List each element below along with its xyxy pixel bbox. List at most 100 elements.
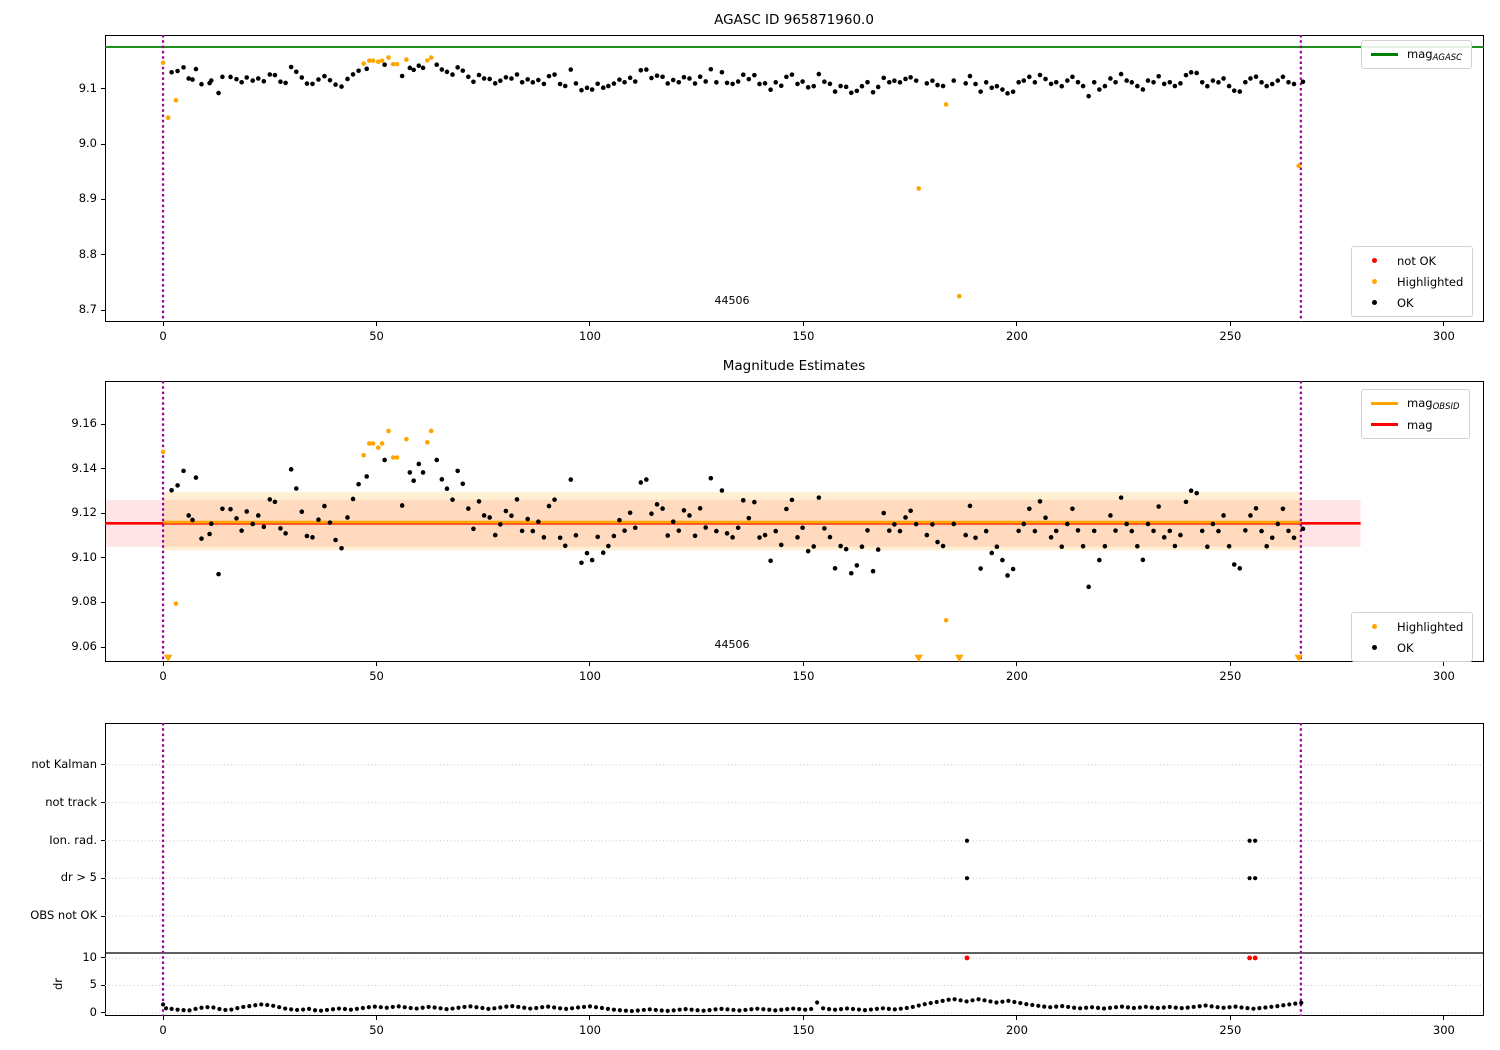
x-tick-mark	[1016, 322, 1018, 326]
figure: AGASC ID 965871960.0 Magnitude Estimates…	[0, 0, 1500, 1050]
x-tick-mark	[1016, 662, 1018, 666]
flag-row-label: Ion. rad.	[49, 832, 97, 847]
flag-row-label: not track	[45, 794, 97, 809]
y-tick-label: 9.14	[71, 460, 97, 475]
x-tick-mark	[589, 322, 591, 326]
legend-line-swatch-icon	[1367, 402, 1401, 405]
x-tick-label: 300	[1432, 329, 1455, 343]
y-tick-mark	[101, 840, 105, 842]
x-tick-label: 50	[369, 669, 384, 683]
dr-tick-label: 5	[89, 977, 97, 992]
plot-bottom-canvas	[105, 723, 1484, 1016]
y-tick-mark	[101, 877, 105, 879]
x-tick-label: 50	[369, 329, 384, 343]
obsid-annotation-middle: 44506	[714, 638, 750, 651]
legend-mag-obsid-entry: magOBSID	[1367, 393, 1460, 414]
x-tick-mark	[1229, 662, 1231, 666]
obsid-annotation-top: 44506	[714, 294, 750, 307]
plot-middle-title: Magnitude Estimates	[722, 358, 866, 374]
y-tick-label: 8.7	[78, 302, 97, 316]
x-tick-label: 300	[1432, 1023, 1455, 1037]
x-tick-label: 250	[1219, 329, 1242, 343]
plot-top-canvas	[105, 35, 1484, 322]
x-tick-label: 0	[159, 329, 167, 343]
x-tick-mark	[1443, 662, 1445, 666]
y-tick-label: 9.06	[71, 639, 97, 654]
x-tick-label: 150	[792, 329, 815, 343]
x-tick-mark	[376, 1016, 378, 1020]
x-tick-mark	[802, 1016, 804, 1020]
y-tick-label: 8.8	[78, 246, 97, 261]
legend-line-swatch-icon	[1367, 53, 1401, 56]
y-tick-mark	[101, 254, 105, 256]
y-tick-label: 9.1	[78, 80, 97, 95]
x-tick-mark	[1443, 322, 1445, 326]
legend-label: magAGASC	[1407, 46, 1463, 63]
x-tick-label: 100	[579, 329, 601, 343]
x-tick-label: 50	[369, 1023, 384, 1037]
legend-status-middle-entry: Highlighted	[1357, 616, 1463, 637]
y-tick-label: 9.16	[71, 416, 97, 431]
x-tick-mark	[376, 662, 378, 666]
legend-label: mag	[1407, 417, 1433, 432]
x-tick-mark	[1016, 1016, 1018, 1020]
x-tick-label: 100	[579, 669, 601, 683]
y-tick-mark	[101, 143, 105, 145]
x-tick-label: 150	[792, 1023, 815, 1037]
y-tick-mark	[101, 88, 105, 90]
x-tick-label: 200	[1005, 329, 1028, 343]
x-tick-label: 150	[792, 669, 815, 683]
legend-mag-agasc: magAGASC	[1361, 40, 1473, 69]
y-tick-mark	[101, 984, 105, 986]
x-tick-label: 200	[1005, 669, 1028, 683]
y-tick-mark	[101, 601, 105, 603]
x-tick-mark	[1443, 1016, 1445, 1020]
plot-top-title: AGASC ID 965871960.0	[714, 12, 874, 28]
legend-mag-obsid: magOBSID mag	[1361, 389, 1470, 439]
x-tick-mark	[162, 1016, 164, 1020]
legend-status-top: not OK Highlighted OK	[1351, 246, 1474, 317]
legend-status-middle: Highlighted OK	[1351, 612, 1474, 662]
y-tick-mark	[101, 198, 105, 200]
legend-label: OK	[1397, 295, 1414, 310]
legend-label: Highlighted	[1397, 274, 1464, 289]
dr-tick-label: 10	[82, 949, 97, 964]
legend-dot-icon	[1357, 258, 1391, 263]
legend-status-middle-entry: OK	[1357, 637, 1463, 658]
x-tick-label: 0	[159, 669, 167, 683]
plot-middle-canvas	[105, 381, 1361, 662]
legend-dot-icon	[1357, 279, 1391, 284]
legend-status-top-entry: not OK	[1357, 250, 1463, 271]
x-tick-mark	[1229, 1016, 1231, 1020]
y-tick-mark	[101, 915, 105, 917]
x-tick-label: 200	[1005, 1023, 1028, 1037]
x-tick-mark	[1229, 322, 1231, 326]
legend-label: Highlighted	[1397, 619, 1464, 634]
flag-row-label: OBS not OK	[30, 908, 97, 923]
y-tick-mark	[101, 1012, 105, 1014]
legend-dot-icon	[1357, 624, 1391, 629]
y-tick-label: 9.12	[71, 505, 97, 520]
x-tick-label: 250	[1219, 669, 1242, 683]
y-tick-mark	[101, 468, 105, 470]
x-tick-label: 250	[1219, 1023, 1242, 1037]
legend-dot-icon	[1357, 300, 1391, 305]
y-tick-mark	[101, 512, 105, 514]
x-tick-label: 0	[159, 1023, 167, 1037]
legend-status-top-entry: OK	[1357, 292, 1463, 313]
y-tick-mark	[101, 309, 105, 311]
x-tick-mark	[376, 322, 378, 326]
y-tick-mark	[101, 423, 105, 425]
y-tick-mark	[101, 957, 105, 959]
y-tick-mark	[101, 802, 105, 804]
legend-mag-agasc-entry: magAGASC	[1367, 44, 1462, 65]
y-tick-mark	[101, 646, 105, 648]
legend-mag-obsid-entry: mag	[1367, 414, 1460, 435]
legend-label: magOBSID	[1407, 395, 1460, 412]
y-tick-label: 9.10	[71, 549, 97, 564]
flag-row-label: dr > 5	[60, 870, 97, 885]
legend-label: OK	[1397, 640, 1414, 655]
x-tick-mark	[589, 662, 591, 666]
y-tick-mark	[101, 557, 105, 559]
x-tick-mark	[162, 322, 164, 326]
